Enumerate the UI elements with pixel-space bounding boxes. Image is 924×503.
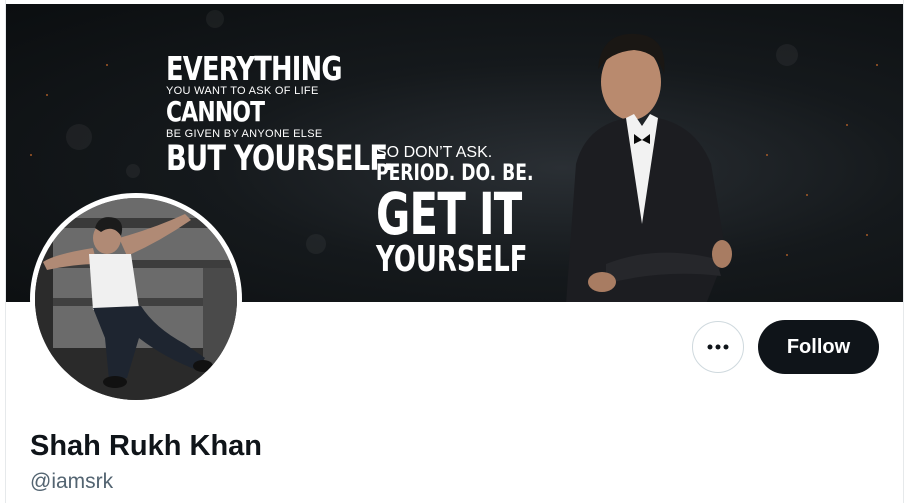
follow-button[interactable]: Follow [758,320,879,374]
quote-line: BUT YOURSELF. [166,139,394,179]
quote-line: EVERYTHING [166,49,342,88]
spark [806,194,808,196]
bokeh-dot [126,164,140,178]
spark [30,154,32,156]
spark [786,254,788,256]
profile-avatar[interactable] [30,193,242,405]
bokeh-dot [206,10,224,28]
spark [876,64,878,66]
spark [46,94,48,96]
banner-portrait-image [566,33,732,302]
column-divider-right [903,0,904,503]
spark [766,154,768,156]
quote-line: SO DON’T ASK. [376,144,493,161]
bokeh-dot [66,124,92,150]
profile-header: EVERYTHING YOU WANT TO ASK OF LIFE CANNO… [0,0,924,503]
spark [106,64,108,66]
more-button[interactable] [692,321,744,373]
banner-quote-left: EVERYTHING YOU WANT TO ASK OF LIFE CANNO… [166,49,394,179]
banner-quote-right: SO DON’T ASK. PERIOD. DO. BE. GET IT YOU… [376,144,536,278]
quote-line: YOURSELF [376,239,528,280]
display-name: Shah Rukh Khan [30,430,263,462]
avatar-image [35,198,237,400]
quote-line: CANNOT [166,95,265,128]
bokeh-dot [776,44,798,66]
spark [866,234,868,236]
spark [846,124,848,126]
quote-line: GET IT [376,180,522,248]
more-horizontal-icon [707,344,729,350]
bokeh-dot [306,234,326,254]
user-handle: @iamsrk [30,470,114,493]
